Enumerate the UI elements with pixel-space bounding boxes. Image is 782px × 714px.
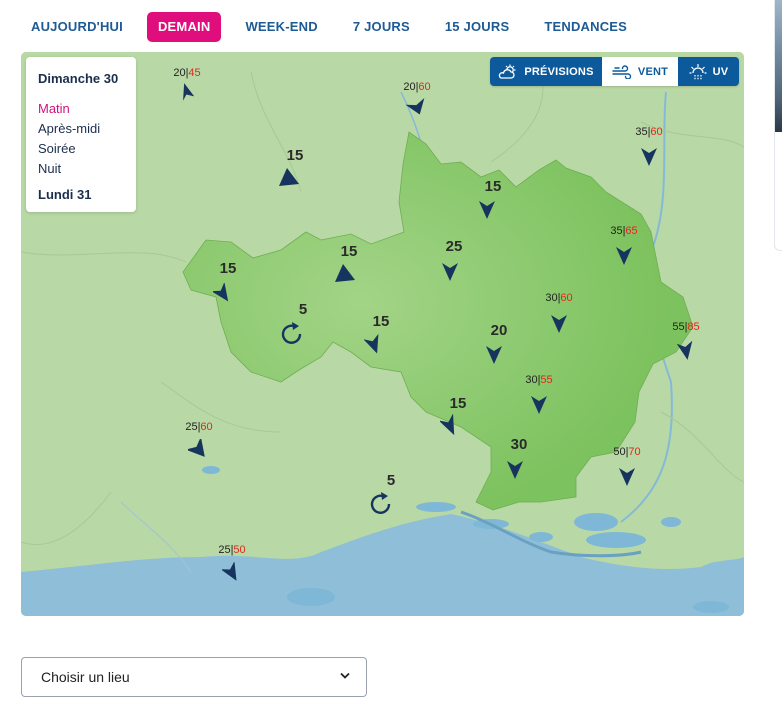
wind-gust-label: 25|60 [185, 421, 213, 433]
wind-marker[interactable]: 15 [279, 147, 303, 186]
tab-7-jours[interactable]: 7 JOURS [342, 12, 421, 42]
wind-speed-label: 15 [372, 313, 390, 330]
place-select-label: Choisir un lieu [41, 669, 130, 685]
calm-wind-icon [370, 492, 391, 514]
wind-arrow-icon [531, 396, 547, 414]
wind-arrow-icon [677, 340, 693, 360]
wind-arrow-icon [479, 201, 495, 219]
wind-gust-label: 30|60 [545, 292, 573, 304]
wind-marker[interactable]: 25|50 [218, 544, 246, 581]
forecast-tabs: AUJOURD'HUI DEMAIN WEEK-END 7 JOURS 15 J… [20, 12, 651, 42]
day-period-panel: Dimanche 30 Matin Après-midi Soirée Nuit… [26, 57, 136, 212]
wind-arrow-icon [616, 247, 632, 265]
wind-arrow-icon [213, 283, 229, 302]
wind-arrow-icon [641, 148, 657, 166]
wind-gust-label: 35|60 [635, 126, 663, 138]
wind-marker[interactable]: 50|70 [613, 446, 641, 486]
period-matin[interactable]: Matin [38, 101, 70, 116]
tab-tendances[interactable]: TENDANCES [533, 12, 638, 42]
tab-aujourdhui[interactable]: AUJOURD'HUI [20, 12, 134, 42]
wind-speed-label: 15 [219, 260, 237, 277]
wind-marker[interactable]: 15 [479, 178, 501, 219]
wind-marker[interactable]: 30 [507, 436, 527, 479]
wind-arrow-icon [364, 334, 379, 354]
wind-arrow-icon [507, 461, 523, 479]
wind-marker[interactable]: 15 [213, 260, 236, 302]
wind-marker[interactable]: 35|60 [635, 126, 663, 166]
wind-speed-label: 15 [484, 178, 502, 195]
layer-uv-button[interactable]: UV [678, 57, 739, 86]
layer-previsions-label: PRÉVISIONS [524, 65, 594, 78]
wind-marker[interactable]: 35|65 [610, 225, 638, 265]
wind-marker[interactable]: 20|60 [403, 81, 431, 115]
wind-speed-label: 5 [386, 472, 396, 489]
wind-arrow-icon [551, 315, 567, 333]
wind-arrow-icon [486, 346, 502, 364]
wind-marker[interactable]: 55|85 [672, 321, 700, 360]
period-nuit[interactable]: Nuit [38, 161, 61, 176]
wind-marker[interactable]: 20|45 [173, 67, 201, 101]
wind-gust-label: 35|65 [610, 225, 638, 237]
wind-marker[interactable]: 15 [335, 243, 357, 282]
wind-gust-label: 25|50 [218, 544, 246, 556]
wind-marker[interactable]: 15 [364, 313, 389, 354]
wind-speed-label: 25 [445, 238, 463, 255]
period-apres-midi[interactable]: Après-midi [38, 121, 100, 136]
wind-arrow-icon [335, 264, 355, 282]
wind-speed-label: 15 [340, 243, 358, 260]
wind-marker[interactable]: 30|60 [545, 292, 573, 333]
wind-icon [612, 64, 632, 79]
wind-gust-label: 20|60 [403, 81, 431, 93]
wind-speed-label: 30 [510, 436, 528, 453]
layer-vent-label: VENT [637, 65, 669, 78]
wind-marker[interactable]: 5 [281, 301, 307, 344]
wind-arrow-icon [222, 562, 237, 581]
day-label-dimanche[interactable]: Dimanche 30 [38, 71, 118, 86]
wind-speed-label: 20 [490, 322, 508, 339]
day-label-lundi[interactable]: Lundi 31 [38, 187, 91, 202]
period-soiree[interactable]: Soirée [38, 141, 76, 156]
wind-arrow-icon [183, 83, 195, 101]
layer-previsions-button[interactable]: PRÉVISIONS [490, 57, 602, 86]
wind-speed-label: 15 [449, 395, 467, 412]
tab-demain[interactable]: DEMAIN [146, 12, 222, 42]
chevron-down-icon [340, 672, 350, 679]
calm-wind-icon [281, 322, 302, 344]
layer-vent-button[interactable]: VENT [602, 57, 678, 86]
uv-sun-icon [689, 63, 707, 80]
tab-week-end[interactable]: WEEK-END [234, 12, 328, 42]
wind-arrow-icon [442, 263, 458, 281]
wind-arrow-icon [188, 439, 205, 457]
wind-marker[interactable]: 5 [370, 472, 395, 514]
layer-uv-label: UV [712, 65, 729, 78]
wind-gust-label: 20|45 [173, 67, 201, 79]
wind-arrow-icon [440, 414, 455, 436]
wind-gust-label: 50|70 [613, 446, 641, 458]
wind-map[interactable]: Dimanche 30 Matin Après-midi Soirée Nuit… [21, 52, 744, 616]
sun-cloud-icon [499, 64, 516, 79]
wind-arrow-icon [619, 468, 635, 486]
wind-arrow-icon [405, 97, 425, 115]
wind-marker[interactable]: 30|55 [525, 374, 553, 414]
wind-marker[interactable]: 25|60 [185, 421, 213, 457]
map-layer-switcher: PRÉVISIONS VENT UV [490, 57, 739, 86]
wind-marker[interactable]: 15 [440, 395, 466, 436]
wind-marker[interactable]: 20 [486, 322, 507, 364]
tab-15-jours[interactable]: 15 JOURS [434, 12, 520, 42]
wind-speed-label: 5 [298, 301, 308, 318]
wind-gust-label: 30|55 [525, 374, 553, 386]
wind-marker[interactable]: 25 [442, 238, 462, 281]
place-select[interactable]: Choisir un lieu [21, 657, 367, 697]
side-image-edge [775, 0, 782, 132]
wind-arrow-icon [279, 168, 299, 186]
wind-gust-label: 55|85 [672, 321, 700, 333]
wind-speed-label: 15 [286, 147, 304, 164]
